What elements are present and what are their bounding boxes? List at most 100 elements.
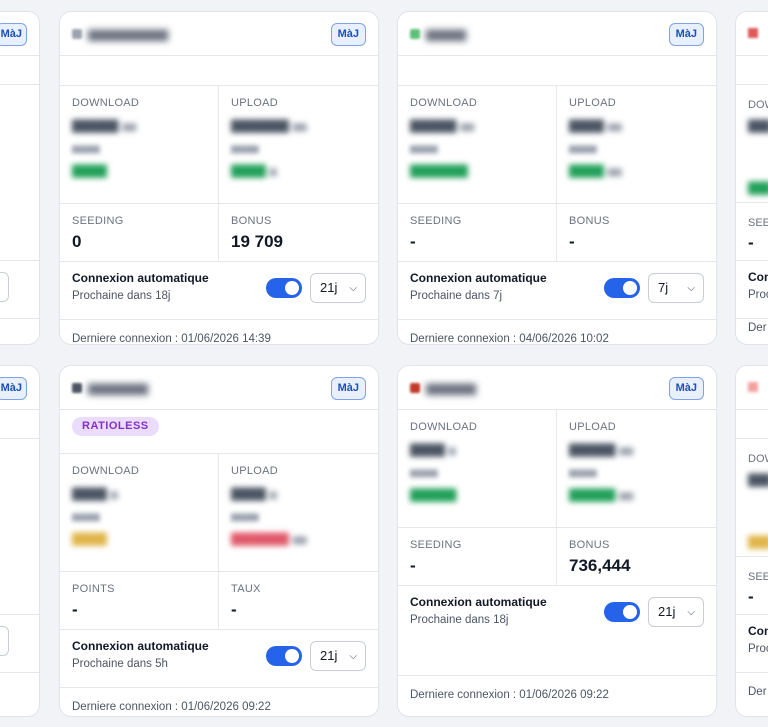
interval-select[interactable]: ⌵ xyxy=(0,272,9,302)
last-login-text: Derniere connexion : 01/06/2026 14:39 xyxy=(72,333,271,345)
buffer-value-redacted: ▆▆▆▆▆ ▆▆ xyxy=(231,529,307,546)
last-login-text: Der xyxy=(748,686,767,698)
auto-login-row: Connexion automatique Prochaine dans 18j… xyxy=(60,262,378,320)
buffer-value-redacted: ▆▆▆ ▆▆ xyxy=(569,161,622,178)
site-favicon-icon xyxy=(72,29,82,39)
stat-label-redacted: ▆▆▆▆ xyxy=(231,511,259,521)
auto-login-title: Con xyxy=(748,270,768,284)
auto-login-toggle[interactable] xyxy=(266,646,302,666)
chevron-down-icon: ⌵ xyxy=(687,607,695,618)
upload-cell: UPLOAD ▆▆▆ ▆▆ ▆▆▆▆ ▆▆▆ ▆▆ xyxy=(557,86,716,204)
next-login-text: Proc xyxy=(748,289,768,301)
partial-card-right-top: DOW ▆▆ ▆▆ SEE - Con Proc Der xyxy=(735,11,768,345)
site-favicon-icon xyxy=(410,29,420,39)
bonus-label: BONUS xyxy=(231,215,272,227)
bonus-value: 736,444 xyxy=(569,556,631,575)
download-label: DOW xyxy=(748,453,768,465)
site-name: ▆▆▆▆▆▆▆▆ xyxy=(72,26,168,42)
upload-label: UPLOAD xyxy=(231,465,279,477)
auto-login-title: Connexion automatique xyxy=(410,595,547,609)
download-cell: DOWNLOAD ▆▆▆▆ ▆▆ ▆▆▆▆ ▆▆▆▆▆ xyxy=(398,86,557,204)
taux-value: - xyxy=(231,600,237,619)
auto-login-title: Connexion automatique xyxy=(72,271,209,285)
interval-value: 21j xyxy=(658,604,676,619)
site-favicon-icon xyxy=(72,383,82,393)
upload-value-redacted: ▆▆▆ ▆▆ xyxy=(569,116,622,133)
download-label: DOW xyxy=(748,99,768,111)
ratio-value-redacted: ▆▆▆▆ xyxy=(410,485,457,502)
download-cell: DOWNLOAD ▆▆▆ ▆ ▆▆▆▆ ▆▆▆ xyxy=(60,454,219,572)
bonus-value: - xyxy=(569,232,575,251)
download-value-redacted: ▆▆▆▆ ▆▆ xyxy=(72,116,137,133)
upload-value-redacted: ▆▆▆▆▆ ▆▆ xyxy=(231,116,307,133)
site-name-redacted: ▆▆▆▆▆▆▆▆ xyxy=(88,26,168,41)
auto-login-title: Con xyxy=(748,624,768,638)
ratioless-badge: RATIOLESS xyxy=(72,417,159,436)
interval-select[interactable]: 21j ⌵ xyxy=(648,597,704,627)
site-favicon-icon xyxy=(748,382,758,392)
tracker-card: ▆▆▆▆▆▆ MàJ RATIOLESS DOWNLOAD ▆▆▆ ▆ ▆▆▆▆… xyxy=(59,365,379,717)
download-cell: DOWNLOAD ▆▆▆▆ ▆▆ ▆▆▆▆ ▆▆▆ xyxy=(60,86,219,204)
bonus-label: BONUS xyxy=(569,215,610,227)
last-login-text: Der xyxy=(748,322,767,334)
upload-value-redacted: ▆▆▆ ▆ xyxy=(231,484,277,501)
update-button[interactable]: MàJ xyxy=(668,377,704,400)
upload-label: UPLOAD xyxy=(231,97,279,109)
ratio-value-redacted: ▆▆▆▆▆ xyxy=(410,161,468,178)
stat-label-redacted: ▆▆▆▆ xyxy=(569,467,597,477)
tracker-card: ▆▆▆▆ MàJ DOWNLOAD ▆▆▆▆ ▆▆ ▆▆▆▆ ▆▆▆▆▆ UPL… xyxy=(397,11,717,345)
seeding-value: - xyxy=(748,587,754,606)
seeding-value: 0 xyxy=(72,232,82,251)
site-name: ▆▆▆▆▆▆ xyxy=(72,380,148,396)
interval-value: 21j xyxy=(320,280,338,295)
ratio-value-redacted: ▆▆ xyxy=(748,178,768,195)
site-name-redacted: ▆▆▆▆▆ xyxy=(426,380,476,395)
seeding-label: SEE xyxy=(748,571,768,583)
interval-select[interactable]: 21j ⌵ xyxy=(310,273,366,303)
seeding-cell: SEEDING - xyxy=(398,204,557,262)
download-label: DOWNLOAD xyxy=(410,421,478,433)
stat-label-redacted: ▆▆▆▆ xyxy=(72,143,100,153)
buffer-value-redacted: ▆▆▆ ▆ xyxy=(231,161,277,178)
last-login-text: Derniere connexion : 01/06/2026 09:22 xyxy=(410,689,609,701)
site-favicon-icon xyxy=(410,383,420,393)
card-header: ▆▆▆▆▆ MàJ xyxy=(398,366,716,410)
stat-label-redacted: ▆▆▆▆ xyxy=(569,143,597,153)
auto-login-toggle[interactable] xyxy=(604,278,640,298)
taux-cell: TAUX - xyxy=(219,572,378,630)
update-button[interactable]: MàJ xyxy=(0,377,27,400)
chevron-down-icon: ⌵ xyxy=(687,283,695,294)
tracker-card: ▆▆▆▆▆▆▆▆ MàJ DOWNLOAD ▆▆▆▆ ▆▆ ▆▆▆▆ ▆▆▆ U… xyxy=(59,11,379,345)
ratio-value-redacted: ▆▆▆ xyxy=(72,529,107,546)
stat-label-redacted: ▆▆▆▆ xyxy=(410,143,438,153)
update-button[interactable]: MàJ xyxy=(668,23,704,46)
auto-login-row: Connexion automatique Prochaine dans 7j … xyxy=(398,262,716,320)
stat-label-redacted: ▆▆▆▆ xyxy=(231,143,259,153)
interval-select[interactable]: 21j ⌵ xyxy=(310,641,366,671)
update-button[interactable]: MàJ xyxy=(0,23,27,46)
next-login-text: Prochaine dans 18j xyxy=(72,290,171,302)
upload-cell: UPLOAD ▆▆▆ ▆ ▆▆▆▆ ▆▆▆▆▆ ▆▆ xyxy=(219,454,378,572)
upload-cell: UPLOAD ▆▆▆▆ ▆▆ ▆▆▆▆ ▆▆▆▆ ▆▆ xyxy=(557,410,716,528)
upload-label: UPLOAD xyxy=(569,421,617,433)
site-name: ▆▆▆▆ xyxy=(410,26,466,42)
download-label: DOWNLOAD xyxy=(72,465,140,477)
stat-label-redacted: ▆▆▆▆ xyxy=(72,511,100,521)
seeding-value: - xyxy=(410,556,416,575)
seeding-label: SEEDING xyxy=(72,215,124,227)
chevron-down-icon: ⌵ xyxy=(349,283,357,294)
seeding-value: - xyxy=(748,233,754,252)
update-button[interactable]: MàJ xyxy=(330,377,366,400)
interval-select[interactable]: 7j ⌵ xyxy=(648,273,704,303)
auto-login-title: Connexion automatique xyxy=(72,639,209,653)
last-login-text: Derniere connexion : 01/06/2026 09:22 xyxy=(72,701,271,713)
interval-select[interactable]: ⌵ xyxy=(0,626,9,656)
update-button[interactable]: MàJ xyxy=(330,23,366,46)
auto-login-toggle[interactable] xyxy=(604,602,640,622)
auto-login-toggle[interactable] xyxy=(266,278,302,298)
interval-value: 21j xyxy=(320,648,338,663)
seeding-cell: SEEDING 0 xyxy=(60,204,219,262)
buffer-value-redacted: ▆▆▆▆ ▆▆ xyxy=(569,485,634,502)
upload-cell: UPLOAD ▆▆▆▆▆ ▆▆ ▆▆▆▆ ▆▆▆ ▆ xyxy=(219,86,378,204)
seeding-value: - xyxy=(410,232,416,251)
